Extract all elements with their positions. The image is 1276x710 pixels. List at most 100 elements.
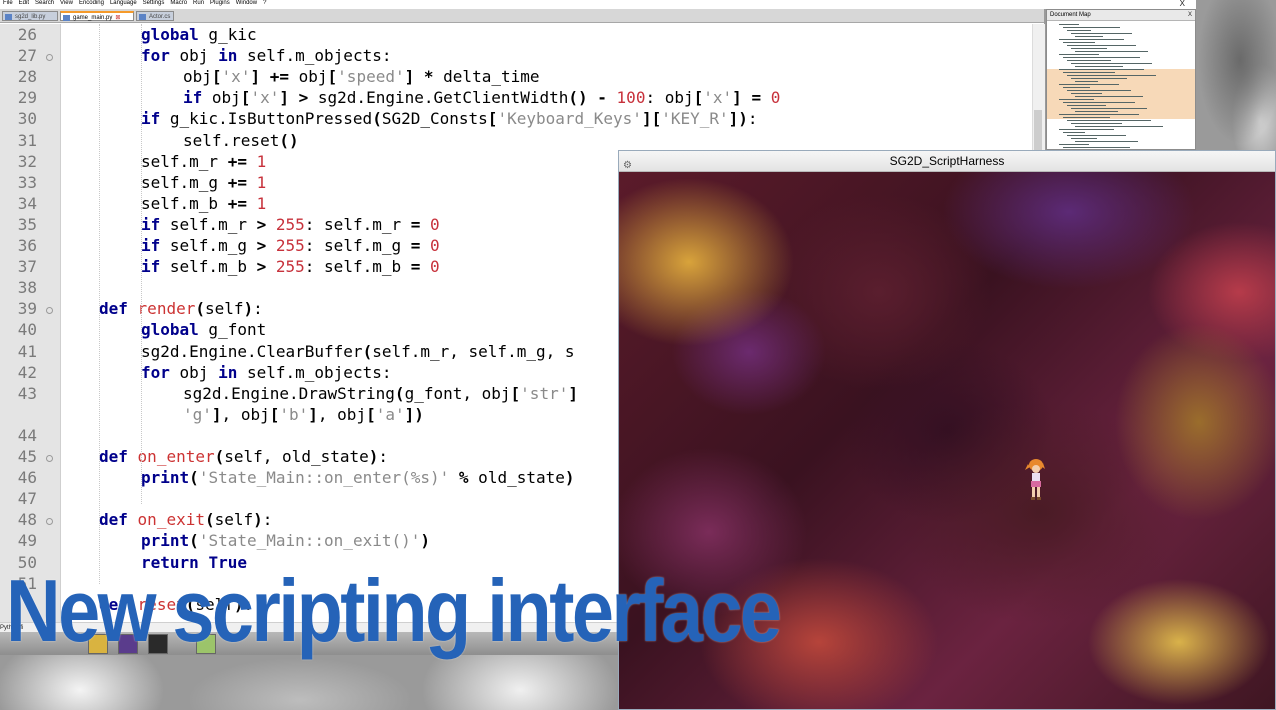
document-map-line bbox=[1067, 135, 1126, 136]
code-text: if g_kic.IsButtonPressed(SG2D_Consts['Ke… bbox=[141, 109, 758, 128]
tab-close-icon[interactable]: ⊠ bbox=[115, 15, 120, 21]
editor-tab[interactable]: Actor.cs bbox=[136, 11, 174, 21]
document-map-title-text: Document Map bbox=[1050, 12, 1091, 18]
harness-title: SG2D_ScriptHarness bbox=[890, 154, 1005, 168]
file-icon bbox=[63, 15, 70, 21]
menu-item[interactable]: ? bbox=[263, 0, 266, 6]
document-map-line bbox=[1059, 129, 1114, 130]
document-map-line bbox=[1063, 117, 1110, 118]
document-map-line bbox=[1071, 123, 1122, 124]
code-line: 28obj['x'] += obj['speed'] * delta_time bbox=[0, 67, 1032, 88]
close-icon[interactable]: X bbox=[1180, 0, 1185, 8]
document-map-line bbox=[1063, 57, 1140, 58]
document-map-line bbox=[1063, 132, 1085, 133]
line-number: 35 bbox=[0, 215, 37, 234]
document-map-line bbox=[1071, 48, 1107, 49]
line-number: 41 bbox=[0, 342, 37, 361]
document-map-line bbox=[1075, 66, 1123, 67]
code-text: if obj['x'] > sg2d.Engine.GetClientWidth… bbox=[183, 88, 780, 107]
code-text: print('State_Main::on_enter(%s)' % old_s… bbox=[141, 468, 575, 487]
line-number: 26 bbox=[0, 25, 37, 44]
code-text: if self.m_g > 255: self.m_g = 0 bbox=[141, 236, 440, 255]
document-map-line bbox=[1059, 114, 1139, 115]
fold-marker-icon[interactable] bbox=[46, 54, 53, 61]
document-map-line bbox=[1067, 90, 1131, 91]
overlay-title: New scripting interface bbox=[6, 560, 779, 662]
document-map-line bbox=[1075, 111, 1118, 112]
code-text: sg2d.Engine.ClearBuffer(self.m_r, self.m… bbox=[141, 342, 575, 361]
line-number: 46 bbox=[0, 468, 37, 487]
menu-item[interactable]: File bbox=[3, 0, 13, 6]
tab-label: Actor.cs bbox=[149, 14, 170, 20]
code-line: 30if g_kic.IsButtonPressed(SG2D_Consts['… bbox=[0, 109, 1032, 130]
menu-item[interactable]: Window bbox=[236, 0, 257, 6]
menu-item[interactable]: Plugins bbox=[210, 0, 230, 6]
fold-marker-icon[interactable] bbox=[46, 455, 53, 462]
document-map-line bbox=[1059, 144, 1089, 145]
code-text: def render(self): bbox=[99, 299, 263, 318]
document-map-line bbox=[1063, 102, 1135, 103]
document-map-line bbox=[1071, 108, 1147, 109]
close-icon[interactable]: X bbox=[1188, 10, 1192, 20]
document-map-viewport[interactable] bbox=[1047, 69, 1195, 119]
document-map-line bbox=[1071, 138, 1097, 139]
code-text: global g_font bbox=[141, 320, 266, 339]
code-text: 'g'], obj['b'], obj['a']) bbox=[183, 405, 424, 424]
menu-item[interactable]: View bbox=[60, 0, 73, 6]
line-number: 40 bbox=[0, 320, 37, 339]
line-number: 48 bbox=[0, 510, 37, 529]
line-number: 32 bbox=[0, 152, 37, 171]
document-map-line bbox=[1063, 72, 1115, 73]
line-number: 44 bbox=[0, 426, 37, 445]
fold-marker-icon[interactable] bbox=[46, 518, 53, 525]
tab-bar: sg2d_lib.py game_main.py⊠ Actor.cs bbox=[0, 9, 1044, 23]
file-icon bbox=[5, 14, 12, 20]
document-map-line bbox=[1067, 120, 1151, 121]
line-number: 27 bbox=[0, 46, 37, 65]
menu-bar: File Edit Search View Encoding Language Settin… bbox=[0, 0, 1196, 9]
document-map-line bbox=[1067, 75, 1156, 76]
menu-item[interactable]: Search bbox=[35, 0, 54, 6]
document-map-line bbox=[1067, 45, 1136, 46]
document-map-line bbox=[1059, 69, 1144, 70]
code-text: self.reset() bbox=[183, 131, 299, 150]
menu-item[interactable]: Language bbox=[110, 0, 137, 6]
menu-item[interactable]: Macro bbox=[170, 0, 187, 6]
menu-item[interactable]: Settings bbox=[143, 0, 165, 6]
line-number: 37 bbox=[0, 257, 37, 276]
code-text: def on_enter(self, old_state): bbox=[99, 447, 388, 466]
document-map-line bbox=[1075, 81, 1098, 82]
document-map-line bbox=[1063, 87, 1090, 88]
tab-label: sg2d_lib.py bbox=[15, 14, 45, 20]
fold-marker-icon[interactable] bbox=[46, 307, 53, 314]
document-map-line bbox=[1075, 141, 1138, 142]
document-map-line bbox=[1059, 99, 1094, 100]
editor-tab[interactable]: game_main.py⊠ bbox=[60, 11, 134, 21]
code-text: def on_exit(self): bbox=[99, 510, 272, 529]
document-map-line bbox=[1075, 36, 1103, 37]
harness-title-bar[interactable]: ⚙ SG2D_ScriptHarness bbox=[619, 151, 1275, 172]
code-text: self.m_r += 1 bbox=[141, 152, 266, 171]
document-map-line bbox=[1075, 51, 1148, 52]
document-map-line bbox=[1067, 30, 1091, 31]
menu-item[interactable]: Edit bbox=[19, 0, 29, 6]
code-line: 29if obj['x'] > sg2d.Engine.GetClientWid… bbox=[0, 88, 1032, 109]
menu-item[interactable]: Run bbox=[193, 0, 204, 6]
document-map-line bbox=[1063, 147, 1130, 148]
document-map-line bbox=[1059, 39, 1124, 40]
line-number: 43 bbox=[0, 384, 37, 403]
code-text: obj['x'] += obj['speed'] * delta_time bbox=[183, 67, 540, 86]
indent-guide bbox=[141, 24, 142, 144]
code-text: sg2d.Engine.DrawString(g_font, obj['str'… bbox=[183, 384, 578, 403]
document-map-panel: Document Map X bbox=[1046, 9, 1196, 150]
document-map-line bbox=[1071, 93, 1102, 94]
document-map-line bbox=[1059, 24, 1079, 25]
line-number: 31 bbox=[0, 131, 37, 150]
line-number: 45 bbox=[0, 447, 37, 466]
line-number: 49 bbox=[0, 531, 37, 550]
editor-tab[interactable]: sg2d_lib.py bbox=[2, 11, 58, 21]
line-number: 33 bbox=[0, 173, 37, 192]
line-number: 39 bbox=[0, 299, 37, 318]
scrollbar-thumb[interactable] bbox=[1034, 110, 1042, 150]
menu-item[interactable]: Encoding bbox=[79, 0, 104, 6]
